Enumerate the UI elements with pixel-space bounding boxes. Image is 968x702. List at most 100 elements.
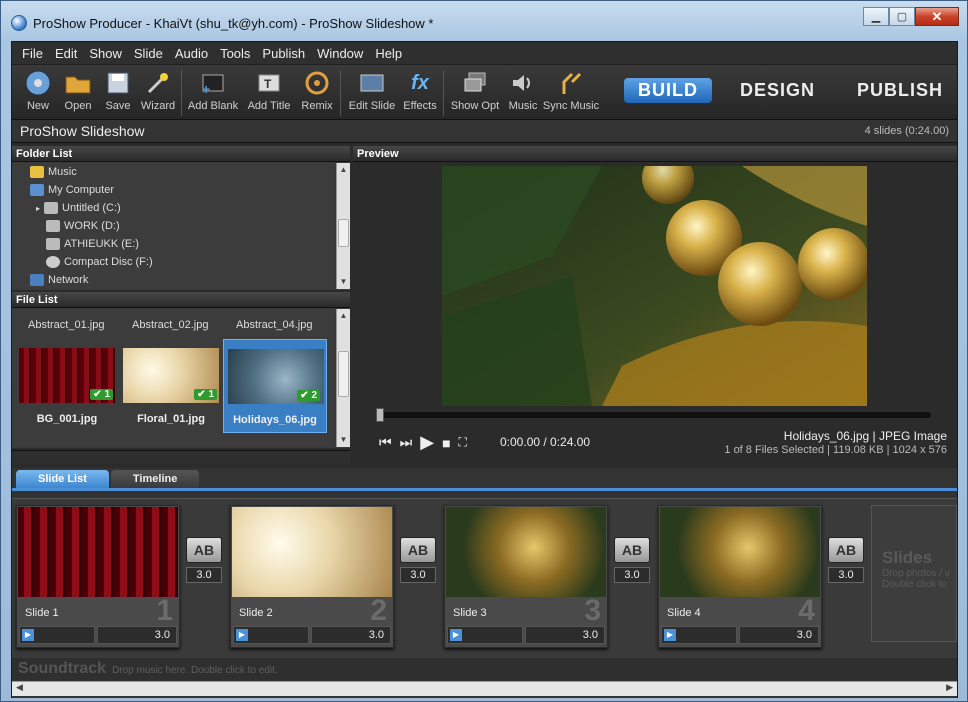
transition-duration[interactable]: 3.0 xyxy=(614,567,650,583)
open-button[interactable]: Open xyxy=(60,65,96,112)
publish-mode-button[interactable]: PUBLISH xyxy=(843,78,957,103)
scroll-up-icon[interactable]: ▲ xyxy=(337,309,350,323)
effects-button[interactable]: fx Effects xyxy=(402,65,438,113)
wizard-wand-icon xyxy=(143,69,173,97)
slide-duration[interactable]: 3.0 xyxy=(739,626,819,644)
menu-window[interactable]: Window xyxy=(311,46,369,61)
fx-effects-icon: fx xyxy=(411,71,429,94)
minimize-button[interactable]: ▁ xyxy=(863,7,889,26)
slide-play-icon[interactable]: ▶ xyxy=(450,629,462,641)
show-opt-button[interactable]: Show Opt xyxy=(449,65,501,112)
preview-seek-bar[interactable] xyxy=(376,408,931,422)
transition-ab-icon[interactable]: AB xyxy=(186,537,222,563)
seek-handle[interactable] xyxy=(376,408,384,422)
transition[interactable]: AB 3.0 xyxy=(400,537,436,585)
music-button[interactable]: Music xyxy=(505,65,541,112)
scroll-down-icon[interactable]: ▼ xyxy=(337,433,350,447)
tab-timeline[interactable]: Timeline xyxy=(110,470,200,488)
tree-item-drive-f[interactable]: Compact Disc (F:) xyxy=(12,253,334,271)
slide-duration[interactable]: 3.0 xyxy=(311,626,391,644)
slide-duration[interactable]: 3.0 xyxy=(97,626,177,644)
build-mode-button[interactable]: BUILD xyxy=(623,78,712,103)
app-window: ProShow Producer - KhaiVt (shu_tk@yh.com… xyxy=(0,0,968,702)
sync-music-button[interactable]: Sync Music xyxy=(543,65,599,112)
soundtrack-title: Soundtrack xyxy=(18,660,107,677)
slide-card[interactable]: Slide 4 4 ▶ 3.0 xyxy=(658,505,822,648)
transition-ab-icon[interactable]: AB xyxy=(614,537,650,563)
menu-help[interactable]: Help xyxy=(369,46,408,61)
show-options-icon xyxy=(460,69,490,97)
transition[interactable]: AB 3.0 xyxy=(614,537,650,585)
svg-text:+: + xyxy=(202,81,210,95)
add-blank-button[interactable]: + Add Blank xyxy=(187,65,239,112)
play-icon[interactable]: ▶ xyxy=(420,432,434,453)
transition-ab-icon[interactable]: AB xyxy=(400,537,436,563)
transition-ab-icon[interactable]: AB xyxy=(828,537,864,563)
soundtrack-bar[interactable]: Soundtrack Drop music here. Double click… xyxy=(12,658,957,680)
edit-slide-button[interactable]: Edit Slide xyxy=(346,65,398,112)
slide-card[interactable]: Slide 3 3 ▶ 3.0 xyxy=(444,505,608,648)
transition-duration[interactable]: 3.0 xyxy=(186,567,222,583)
tree-item-drive-e[interactable]: ATHIEUKK (E:) xyxy=(12,235,334,253)
file-thumb[interactable]: ✔ 1 BG_001.jpg xyxy=(15,339,119,433)
skip-back-icon[interactable]: ⏮ xyxy=(379,434,392,451)
add-title-button[interactable]: T Add Title xyxy=(243,65,295,112)
panel-grip[interactable] xyxy=(12,450,350,464)
add-blank-slide-icon: + xyxy=(198,69,228,97)
preview-panel: Preview ⏮ ⏭ ▶ ■ ⛶ 0:00.00 / 0:24.00 Holi… xyxy=(353,146,957,464)
slide-play-icon[interactable]: ▶ xyxy=(22,629,34,641)
maximize-button[interactable]: ▢ xyxy=(889,7,915,26)
main-toolbar: New Open Save Wizard + Add Blank T Add T xyxy=(12,65,957,120)
menu-tools[interactable]: Tools xyxy=(214,46,256,61)
transition[interactable]: AB 3.0 xyxy=(828,537,864,585)
remix-button[interactable]: Remix xyxy=(299,65,335,112)
close-button[interactable]: ✕ xyxy=(915,7,959,26)
slide-strip: Slide 1 1 ▶ 3.0 AB 3.0 Slide 2 2 ▶ 3.0 AB … xyxy=(12,498,957,658)
skip-forward-icon[interactable]: ⏭ xyxy=(400,434,413,451)
slide-play-icon[interactable]: ▶ xyxy=(664,629,676,641)
slide-card[interactable]: Slide 1 1 ▶ 3.0 xyxy=(16,505,180,648)
slide-duration[interactable]: 3.0 xyxy=(525,626,605,644)
file-name[interactable]: Abstract_01.jpg xyxy=(28,319,104,331)
file-name[interactable]: Abstract_02.jpg xyxy=(132,319,208,331)
file-list-scrollbar[interactable]: ▲ ▼ xyxy=(336,309,350,447)
wizard-button[interactable]: Wizard xyxy=(140,65,176,112)
menu-publish[interactable]: Publish xyxy=(256,46,311,61)
scroll-right-icon[interactable]: ▶ xyxy=(946,682,953,693)
menu-slide[interactable]: Slide xyxy=(128,46,169,61)
menu-edit[interactable]: Edit xyxy=(49,46,83,61)
menu-bar: File Edit Show Slide Audio Tools Publish… xyxy=(12,42,957,65)
transition[interactable]: AB 3.0 xyxy=(186,537,222,585)
fullscreen-icon[interactable]: ⛶ xyxy=(459,435,467,450)
stop-icon[interactable]: ■ xyxy=(442,435,450,451)
menu-file[interactable]: File xyxy=(16,46,49,61)
file-name[interactable]: Abstract_04.jpg xyxy=(236,319,312,331)
slide-play-icon[interactable]: ▶ xyxy=(236,629,248,641)
scroll-down-icon[interactable]: ▼ xyxy=(337,275,350,289)
usage-count-badge: ✔ 2 xyxy=(297,390,320,401)
slide-card[interactable]: Slide 2 2 ▶ 3.0 xyxy=(230,505,394,648)
design-mode-button[interactable]: DESIGN xyxy=(726,78,829,103)
app-logo-icon xyxy=(11,15,27,31)
tree-item-drive-c[interactable]: ▸ Untitled (C:) xyxy=(12,199,334,217)
scroll-left-icon[interactable]: ◀ xyxy=(16,682,23,693)
tree-item-drive-d[interactable]: WORK (D:) xyxy=(12,217,334,235)
save-button[interactable]: Save xyxy=(100,65,136,112)
tree-item-network[interactable]: Network xyxy=(12,271,334,289)
slide-list-scrollbar[interactable]: ◀ ▶ xyxy=(12,681,957,696)
folder-tree: Music My Computer ▸ Untitled (C:) WORK (D… xyxy=(12,163,334,289)
file-thumb-selected[interactable]: ✔ 2 Holidays_06.jpg xyxy=(223,339,327,433)
folder-list-scrollbar[interactable]: ▲ ▼ xyxy=(336,163,350,289)
empty-slide-drop-zone[interactable]: Slides Drop photos / v Double click to xyxy=(871,505,957,642)
tree-item-my-computer[interactable]: My Computer xyxy=(12,181,334,199)
tab-slide-list[interactable]: Slide List xyxy=(16,470,109,488)
transition-duration[interactable]: 3.0 xyxy=(828,567,864,583)
menu-show[interactable]: Show xyxy=(83,46,128,61)
menu-audio[interactable]: Audio xyxy=(169,46,214,61)
file-thumb[interactable]: ✔ 1 Floral_01.jpg xyxy=(119,339,223,433)
expand-arrow-icon[interactable]: ▸ xyxy=(36,204,40,213)
new-button[interactable]: New xyxy=(20,65,56,112)
scroll-up-icon[interactable]: ▲ xyxy=(337,163,350,177)
tree-item-music[interactable]: Music xyxy=(12,163,334,181)
transition-duration[interactable]: 3.0 xyxy=(400,567,436,583)
